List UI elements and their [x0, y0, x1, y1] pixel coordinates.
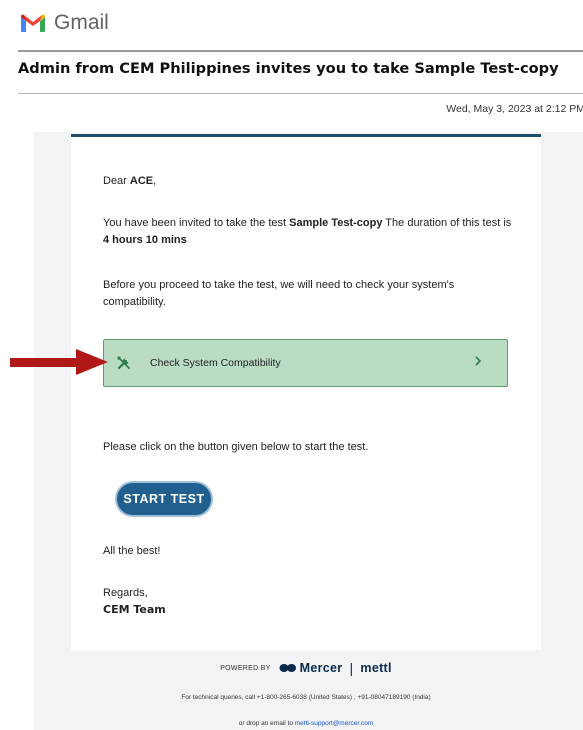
- start-test-button[interactable]: START TEST: [115, 481, 213, 517]
- test-name: Sample Test-copy: [289, 217, 383, 229]
- invite-paragraph: You have been invited to take the test S…: [103, 217, 512, 246]
- red-arrow-icon: [10, 349, 108, 375]
- gmail-header: Gmail: [20, 8, 109, 38]
- email-card: Dear ACE, You have been invited to take …: [71, 134, 541, 650]
- closing-wish: All the best!: [103, 545, 161, 557]
- signature: CEM Team: [103, 603, 166, 616]
- support-email-line: or drop an email to mettl-support@mercer…: [238, 720, 374, 727]
- email-body-frame: Dear ACE, You have been invited to take …: [34, 132, 583, 730]
- compat-paragraph: Before you proceed to take the test, we …: [103, 279, 455, 308]
- regards-text: Regards,: [103, 587, 148, 599]
- powered-by: POWERED BY Mercer | mettl: [71, 660, 541, 676]
- email-date: Wed, May 3, 2023 at 2:12 PM: [446, 103, 583, 115]
- gmail-wordmark: Gmail: [54, 11, 109, 34]
- tools-icon: [117, 356, 130, 370]
- mettl-wordmark: mettl: [360, 661, 392, 675]
- email-subject: Admin from CEM Philippines invites you t…: [18, 60, 559, 77]
- support-email-link[interactable]: mettl-support@mercer.com: [295, 720, 373, 727]
- brand-separator: |: [349, 660, 354, 676]
- recipient-name: ACE: [129, 175, 154, 187]
- test-duration: 4 hours 10 mins: [103, 234, 187, 246]
- check-compatibility-label: Check System Compatibility: [150, 357, 281, 369]
- start-instruction: Please click on the button given below t…: [103, 441, 369, 453]
- email-footer: POWERED BY Mercer | mettl For technical …: [71, 650, 541, 730]
- greeting: Dear ACE,: [103, 175, 157, 187]
- mercer-logo-icon: [279, 664, 296, 672]
- header-divider: [18, 50, 583, 52]
- chevron-right-icon: [475, 356, 482, 366]
- subject-divider: [18, 93, 583, 94]
- support-phone-line: For technical queries, call +1-800-265-6…: [181, 694, 431, 701]
- mercer-wordmark: Mercer: [299, 661, 343, 675]
- gmail-logo-icon[interactable]: [20, 13, 46, 33]
- powered-by-label: POWERED BY: [220, 664, 271, 672]
- check-compatibility-button[interactable]: Check System Compatibility: [103, 339, 508, 387]
